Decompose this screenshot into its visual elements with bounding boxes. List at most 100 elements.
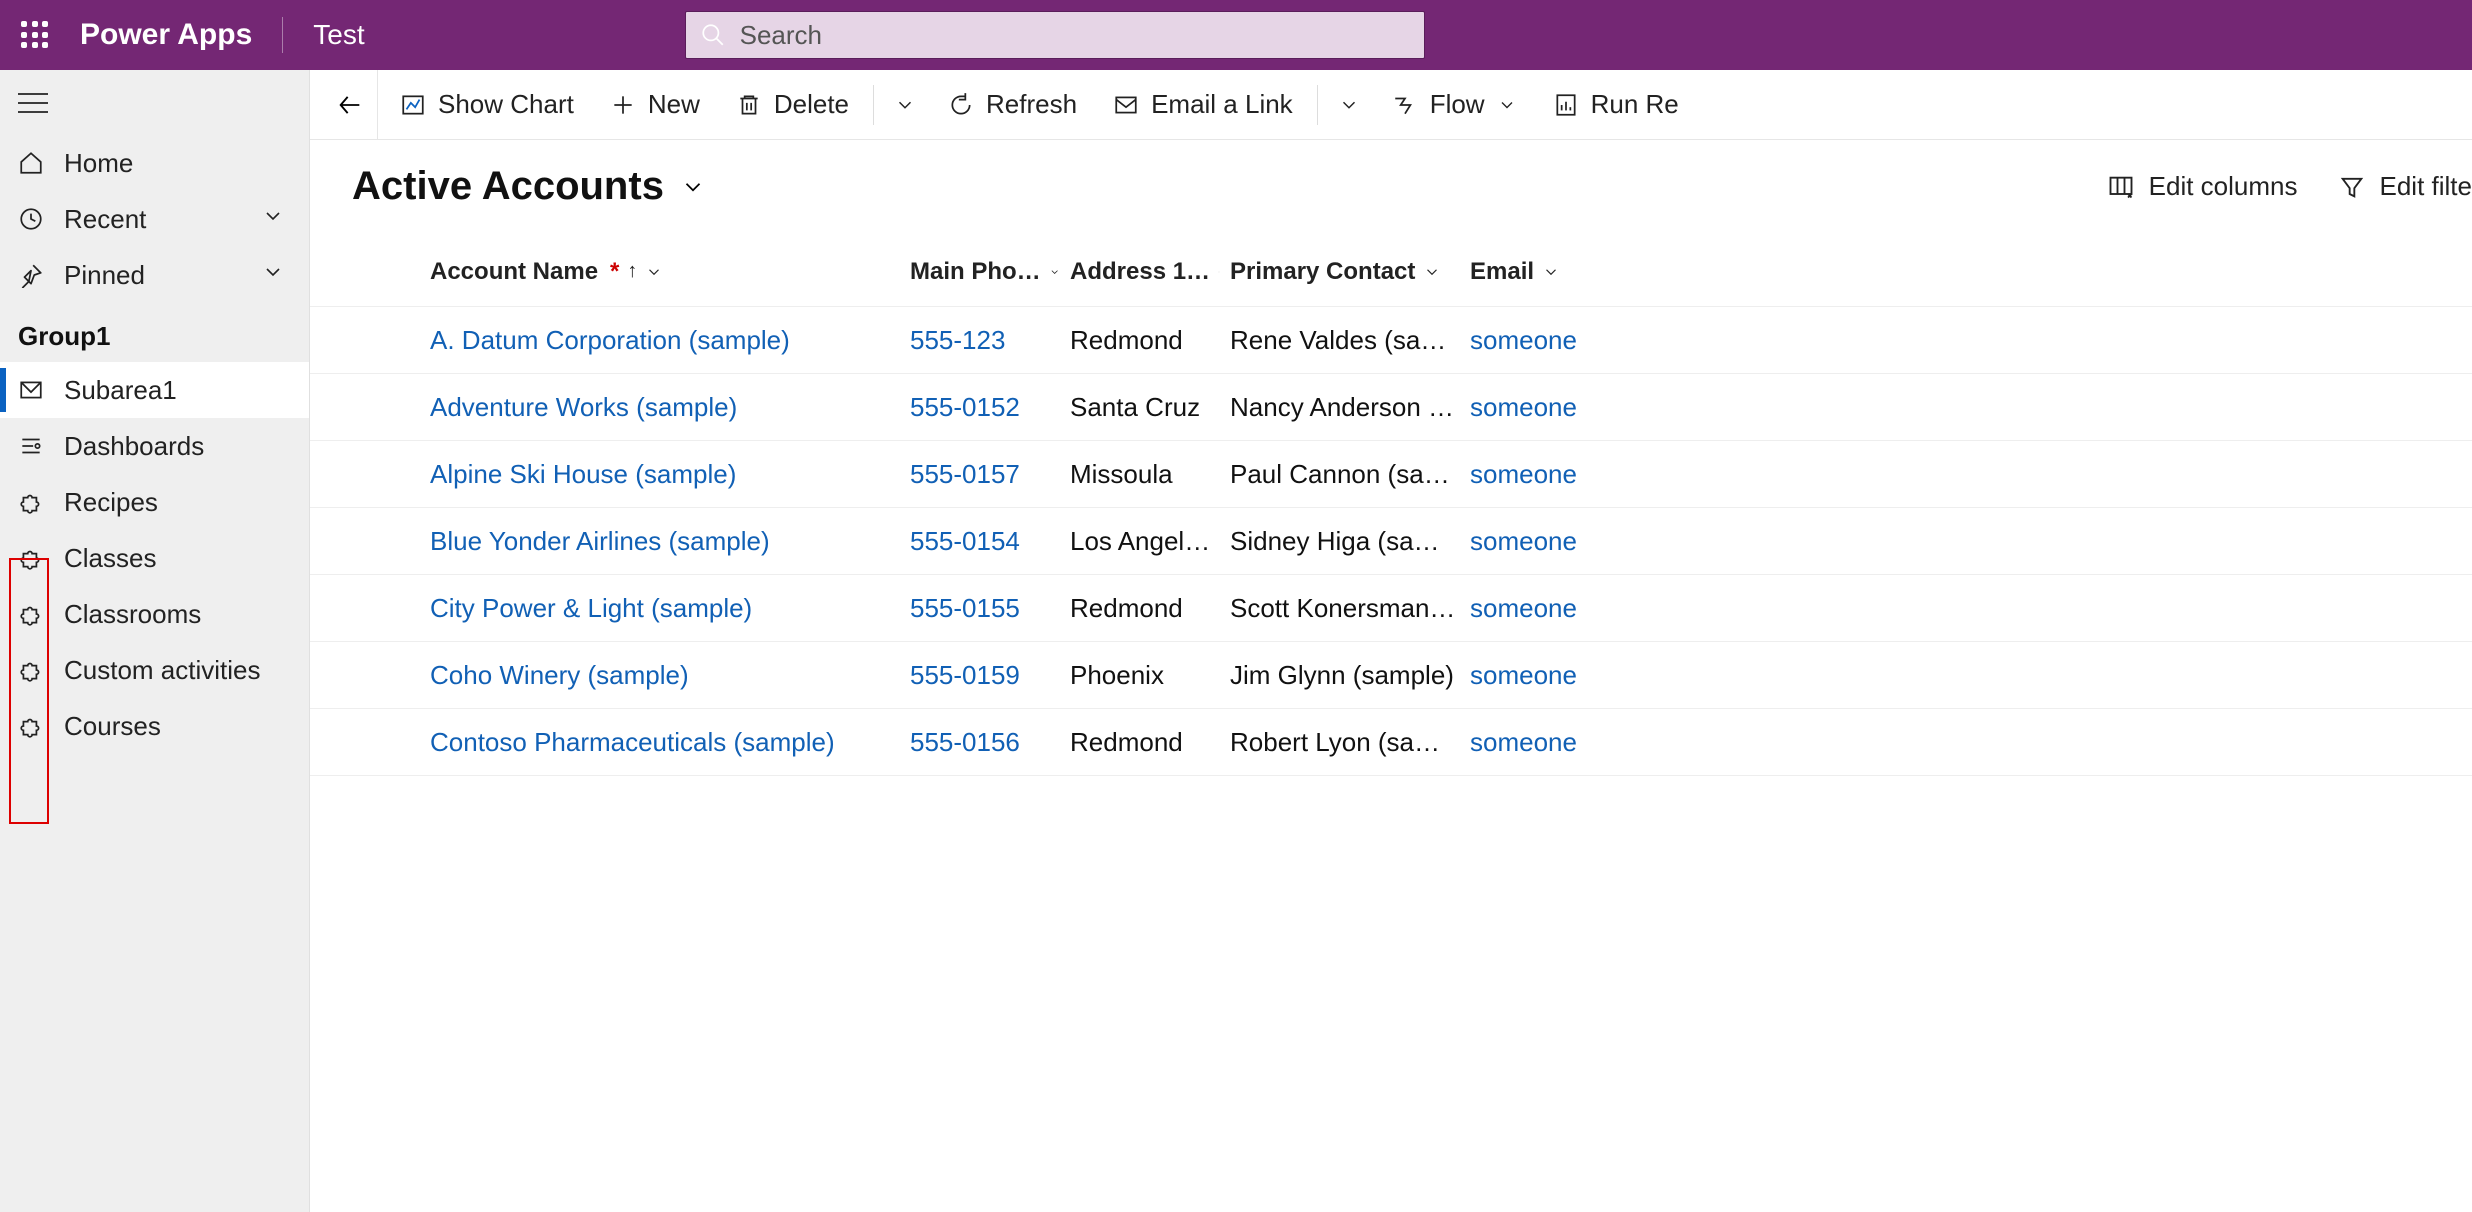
edit-filters-button[interactable]: Edit filte	[2338, 171, 2472, 202]
sidebar-item-classes[interactable]: Classes	[0, 530, 309, 586]
cell-contact[interactable]: Nancy Anderson (…	[1230, 392, 1470, 423]
cell-email[interactable]: someone	[1470, 660, 1590, 691]
cell-email[interactable]: someone	[1470, 392, 1590, 423]
cmd-delete-dropdown[interactable]	[880, 70, 930, 139]
nav-pinned[interactable]: Pinned	[0, 247, 309, 303]
table-row[interactable]: A. Datum Corporation (sample)555-123Redm…	[310, 307, 2472, 374]
home-icon	[18, 150, 64, 176]
cell-account-name[interactable]: Contoso Pharmaceuticals (sample)	[430, 727, 910, 758]
table-row[interactable]: Blue Yonder Airlines (sample)555-0154Los…	[310, 508, 2472, 575]
cmd-flow[interactable]: Flow	[1374, 70, 1535, 139]
column-header-phone[interactable]: Main Pho…	[910, 258, 1070, 286]
cell-phone[interactable]: 555-0159	[910, 660, 1070, 691]
table-row[interactable]: City Power & Light (sample)555-0155Redmo…	[310, 575, 2472, 642]
chevron-down-icon	[1542, 263, 1560, 281]
cell-phone[interactable]: 555-123	[910, 325, 1070, 356]
chevron-down-icon	[261, 260, 291, 291]
refresh-icon	[948, 92, 974, 118]
cell-account-name[interactable]: Blue Yonder Airlines (sample)	[430, 526, 910, 557]
pin-icon	[18, 262, 64, 288]
nav-home[interactable]: Home	[0, 135, 309, 191]
cell-account-name[interactable]: Coho Winery (sample)	[430, 660, 910, 691]
puzzle-icon	[18, 489, 64, 515]
cell-account-name[interactable]: Alpine Ski House (sample)	[430, 459, 910, 490]
cell-phone[interactable]: 555-0155	[910, 593, 1070, 624]
sidebar-toggle-button[interactable]	[0, 70, 309, 135]
table-row[interactable]: Alpine Ski House (sample)555-0157Missoul…	[310, 441, 2472, 508]
cmd-email-link[interactable]: Email a Link	[1095, 70, 1311, 139]
cell-email[interactable]: someone	[1470, 325, 1590, 356]
separator	[1317, 85, 1318, 125]
chevron-down-icon	[1423, 263, 1441, 281]
cell-city: Redmond	[1070, 593, 1230, 624]
column-label: Account Name	[430, 258, 598, 286]
cell-phone[interactable]: 555-0156	[910, 727, 1070, 758]
plus-icon	[610, 92, 636, 118]
app-launcher-button[interactable]	[0, 21, 70, 49]
cell-contact[interactable]: Paul Cannon (sam…	[1230, 459, 1470, 490]
cell-contact[interactable]: Jim Glynn (sample)	[1230, 660, 1470, 691]
filter-icon	[2338, 173, 2366, 201]
sidebar-item-classrooms[interactable]: Classrooms	[0, 586, 309, 642]
sidebar-item-subarea1[interactable]: Subarea1	[0, 362, 309, 418]
environment-name[interactable]: Test	[293, 19, 384, 51]
cell-account-name[interactable]: Adventure Works (sample)	[430, 392, 910, 423]
separator	[873, 85, 874, 125]
back-button[interactable]	[322, 70, 378, 139]
cell-phone[interactable]: 555-0152	[910, 392, 1070, 423]
app-header: Power Apps Test	[0, 0, 2472, 70]
nav-pinned-label: Pinned	[64, 260, 261, 291]
cell-contact[interactable]: Scott Konersman…	[1230, 593, 1470, 624]
column-header-contact[interactable]: Primary Contact	[1230, 258, 1470, 286]
table-row[interactable]: Coho Winery (sample)555-0159PhoenixJim G…	[310, 642, 2472, 709]
data-grid: Account Name* ↑ Main Pho… Address 1… Pri…	[310, 237, 2472, 776]
cmd-delete[interactable]: Delete	[718, 70, 867, 139]
cell-contact[interactable]: Robert Lyon (sam…	[1230, 727, 1470, 758]
cmd-refresh[interactable]: Refresh	[930, 70, 1095, 139]
sidebar-item-label: Custom activities	[64, 655, 261, 686]
cell-account-name[interactable]: City Power & Light (sample)	[430, 593, 910, 624]
sidebar-item-custom-activities[interactable]: Custom activities	[0, 642, 309, 698]
column-label: Address 1…	[1070, 258, 1210, 286]
sidebar-item-recipes[interactable]: Recipes	[0, 474, 309, 530]
cell-city: Santa Cruz	[1070, 392, 1230, 423]
cell-email[interactable]: someone	[1470, 459, 1590, 490]
cmd-run-report[interactable]: Run Re	[1535, 70, 1697, 139]
puzzle-icon	[18, 657, 64, 683]
search-input[interactable]	[740, 20, 1410, 51]
cmd-show-chart[interactable]: Show Chart	[382, 70, 592, 139]
column-header-city[interactable]: Address 1…	[1070, 258, 1230, 286]
cell-account-name[interactable]: A. Datum Corporation (sample)	[430, 325, 910, 356]
table-row[interactable]: Contoso Pharmaceuticals (sample)555-0156…	[310, 709, 2472, 776]
chevron-down-icon	[680, 174, 706, 200]
nav-recent[interactable]: Recent	[0, 191, 309, 247]
cell-contact[interactable]: Rene Valdes (sam…	[1230, 325, 1470, 356]
edit-columns-button[interactable]: Edit columns	[2107, 171, 2298, 202]
global-search[interactable]	[685, 11, 1425, 59]
chevron-down-icon	[261, 204, 291, 235]
cmd-new[interactable]: New	[592, 70, 718, 139]
cell-email[interactable]: someone	[1470, 526, 1590, 557]
table-row[interactable]: Adventure Works (sample)555-0152Santa Cr…	[310, 374, 2472, 441]
view-selector[interactable]: Active Accounts	[352, 164, 706, 209]
cell-city: Redmond	[1070, 325, 1230, 356]
cmd-email-dropdown[interactable]	[1324, 70, 1374, 139]
command-bar: Show Chart New Delete Refresh Email a Li…	[310, 70, 2472, 140]
cell-email[interactable]: someone	[1470, 727, 1590, 758]
sidebar-item-dashboards[interactable]: Dashboards	[0, 418, 309, 474]
chevron-down-icon	[1338, 94, 1360, 116]
cell-email[interactable]: someone	[1470, 593, 1590, 624]
trash-icon	[736, 92, 762, 118]
cell-phone[interactable]: 555-0157	[910, 459, 1070, 490]
cell-contact[interactable]: Sidney Higa (sam…	[1230, 526, 1470, 557]
arrow-left-icon	[336, 91, 364, 119]
sidebar-item-courses[interactable]: Courses	[0, 698, 309, 754]
mail-icon	[1113, 92, 1139, 118]
main-content: Show Chart New Delete Refresh Email a Li…	[310, 70, 2472, 1212]
puzzle-icon	[18, 545, 64, 571]
column-header-name[interactable]: Account Name* ↑	[430, 258, 910, 286]
hamburger-icon	[18, 92, 48, 114]
cell-phone[interactable]: 555-0154	[910, 526, 1070, 557]
column-header-email[interactable]: Email	[1470, 258, 1590, 286]
grid-header-row: Account Name* ↑ Main Pho… Address 1… Pri…	[310, 237, 2472, 307]
